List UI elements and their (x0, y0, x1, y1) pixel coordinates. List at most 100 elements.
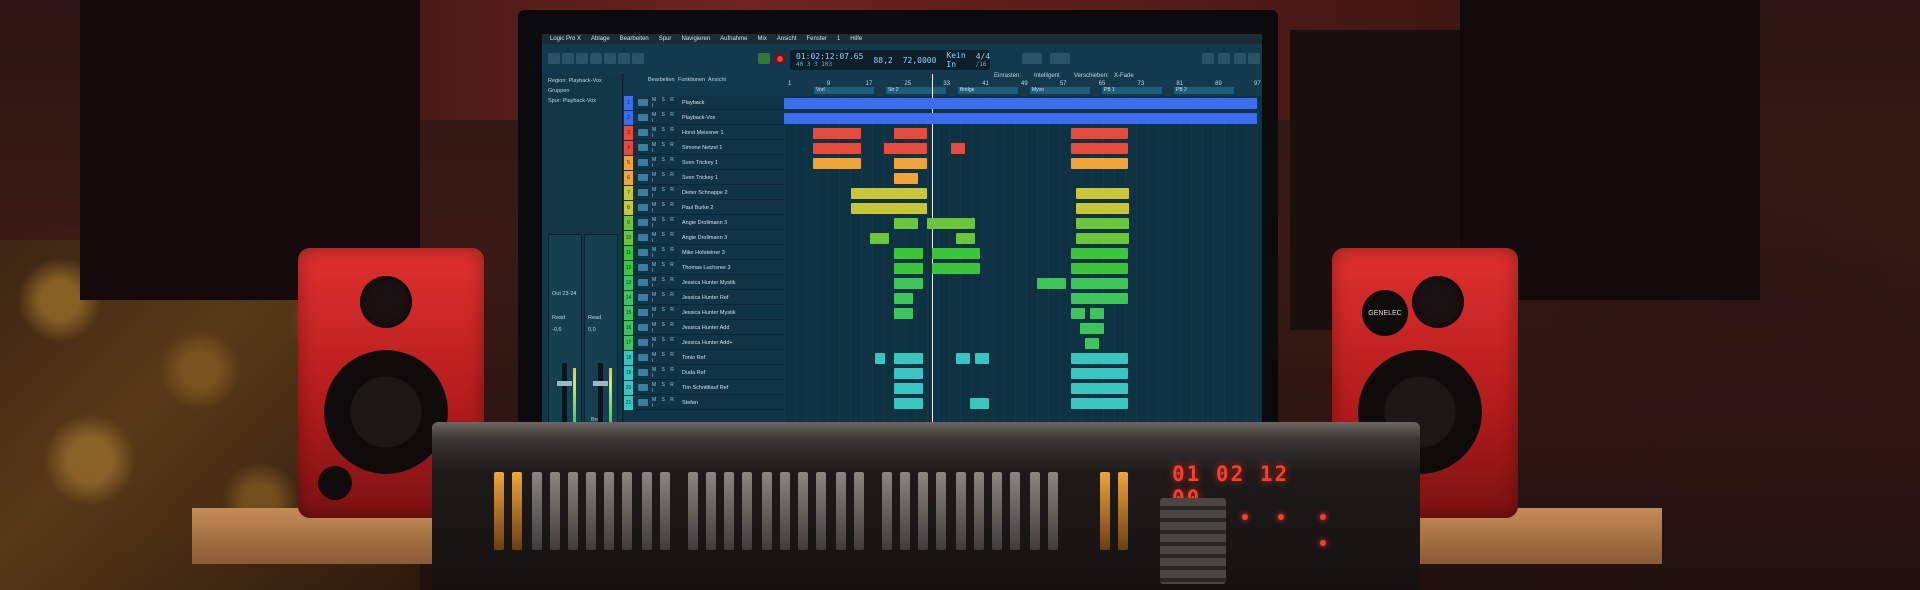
mute-solo-buttons[interactable]: M S R I (652, 382, 682, 394)
channel-fader[interactable] (550, 472, 560, 550)
menu-item[interactable]: Aufnahme (720, 36, 747, 42)
mute-solo-buttons[interactable]: M S R I (652, 367, 682, 379)
track-row[interactable]: 17 M S R I Jessica Hunter Add+ (624, 335, 784, 350)
region[interactable] (894, 398, 923, 409)
track-row[interactable]: 8 M S R I Paul Burke 2 (624, 200, 784, 215)
channel-fader[interactable] (1118, 472, 1128, 550)
mute-solo-buttons[interactable]: M S R I (652, 217, 682, 229)
mute-solo-buttons[interactable]: M S R I (652, 232, 682, 244)
channel-fader[interactable] (762, 472, 772, 550)
region[interactable] (1080, 323, 1104, 334)
region[interactable] (813, 143, 861, 154)
region[interactable] (894, 158, 927, 169)
region[interactable] (956, 233, 975, 244)
channel-output[interactable]: Out 23-24 (552, 291, 576, 297)
region[interactable] (875, 353, 885, 364)
region[interactable] (1071, 398, 1128, 409)
channel-fader[interactable] (532, 472, 542, 550)
channel-fader[interactable] (918, 472, 928, 550)
track-row[interactable]: 18 M S R I Tonio Ref (624, 350, 784, 365)
region[interactable] (1076, 188, 1129, 199)
app-menu[interactable]: Logic Pro X (550, 36, 581, 42)
region[interactable] (932, 263, 980, 274)
region[interactable] (956, 353, 970, 364)
region[interactable] (894, 218, 918, 229)
region[interactable] (1071, 248, 1128, 259)
region[interactable] (970, 398, 989, 409)
arrange-area[interactable]: Einrasten: Intelligent Verschieben: X-Fade 1… (784, 73, 1262, 434)
channel-fader[interactable] (1048, 472, 1058, 550)
arrangement-marker[interactable]: PB 2 (1174, 87, 1234, 94)
menu-item[interactable]: Bearbeiten (620, 36, 649, 42)
library-button[interactable] (548, 53, 560, 64)
track-toolbar-menu[interactable]: Ansicht (708, 77, 726, 83)
channel-fader[interactable] (512, 472, 522, 550)
region[interactable] (932, 248, 980, 259)
mute-solo-buttons[interactable]: M S R I (652, 277, 682, 289)
channel-fader[interactable] (956, 472, 966, 550)
editors-button[interactable] (632, 53, 644, 64)
region[interactable] (1071, 143, 1128, 154)
channel-fader[interactable] (1100, 472, 1110, 550)
region[interactable] (784, 98, 1257, 109)
list-editors-button[interactable] (1202, 53, 1214, 64)
region[interactable] (870, 233, 889, 244)
help-button[interactable] (576, 53, 588, 64)
region[interactable] (1076, 203, 1129, 214)
region[interactable] (894, 278, 923, 289)
channel-fader[interactable] (642, 472, 652, 550)
track-row[interactable]: 2 M S R I Playback-Vox (624, 110, 784, 125)
menu-item[interactable]: Fenster (807, 36, 827, 42)
menu-item[interactable]: Ablage (591, 36, 610, 42)
region[interactable] (1090, 308, 1104, 319)
group-label[interactable]: Gruppen (548, 88, 569, 94)
region[interactable] (951, 143, 965, 154)
track-row[interactable]: 14 M S R I Jessica Hunter Ref (624, 290, 784, 305)
mute-solo-buttons[interactable]: M S R I (652, 397, 682, 409)
region[interactable] (1071, 383, 1128, 394)
mute-solo-buttons[interactable]: M S R I (652, 292, 682, 304)
mute-solo-buttons[interactable]: M S R I (652, 142, 682, 154)
region[interactable] (784, 113, 1257, 124)
arrangement-marker[interactable]: Str 2 (886, 87, 946, 94)
region[interactable] (894, 383, 923, 394)
mute-solo-buttons[interactable]: M S R I (652, 307, 682, 319)
channel-fader[interactable] (882, 472, 892, 550)
region[interactable] (927, 218, 975, 229)
bar-ruler[interactable]: Einrasten: Intelligent Verschieben: X-Fade 1… (784, 73, 1262, 96)
loop-browser-button[interactable] (1234, 53, 1246, 64)
channel-fader[interactable] (742, 472, 752, 550)
arrange-toolbar-item[interactable]: Verschieben: (1074, 73, 1109, 79)
region[interactable] (1071, 353, 1128, 364)
region[interactable] (894, 248, 923, 259)
track-row[interactable]: 10 M S R I Angie Drollmann 3 (624, 230, 784, 245)
region[interactable] (1071, 128, 1128, 139)
automation-mode[interactable]: Read (588, 315, 601, 321)
mute-solo-buttons[interactable]: M S R I (652, 202, 682, 214)
region[interactable] (851, 188, 927, 199)
track-row[interactable]: 3 M S R I Horst Meissner 1 (624, 125, 784, 140)
track-row[interactable]: 12 M S R I Thomas Luchsner 3 (624, 260, 784, 275)
track-label[interactable]: Spur: Playback-Vox (548, 98, 596, 104)
region[interactable] (1071, 368, 1128, 379)
track-row[interactable]: 21 M S R I Stefan (624, 395, 784, 410)
track-row[interactable]: 16 M S R I Jessica Hunter Add (624, 320, 784, 335)
track-row[interactable]: 15 M S R I Jessica Hunter Mystik (624, 305, 784, 320)
metronome-button[interactable] (1050, 53, 1070, 64)
channel-fader[interactable] (586, 472, 596, 550)
region[interactable] (894, 263, 923, 274)
channel-fader[interactable] (1010, 472, 1020, 550)
region[interactable] (1071, 263, 1128, 274)
region[interactable] (813, 158, 861, 169)
channel-fader[interactable] (836, 472, 846, 550)
track-row[interactable]: 20 M S R I Tim Schnittlauf Ref (624, 380, 784, 395)
mute-solo-buttons[interactable]: M S R I (652, 337, 682, 349)
region[interactable] (1071, 158, 1128, 169)
arrange-toolbar-item[interactable]: Einrasten: (994, 73, 1021, 79)
track-row[interactable]: 1 M S R I Playback (624, 95, 784, 110)
channel-fader[interactable] (622, 472, 632, 550)
notepad-button[interactable] (1218, 53, 1230, 64)
track-toolbar-menu[interactable]: Bearbeiten (648, 77, 675, 83)
inspector-button[interactable] (562, 53, 574, 64)
arrange-toolbar-item[interactable]: Intelligent (1034, 73, 1060, 79)
